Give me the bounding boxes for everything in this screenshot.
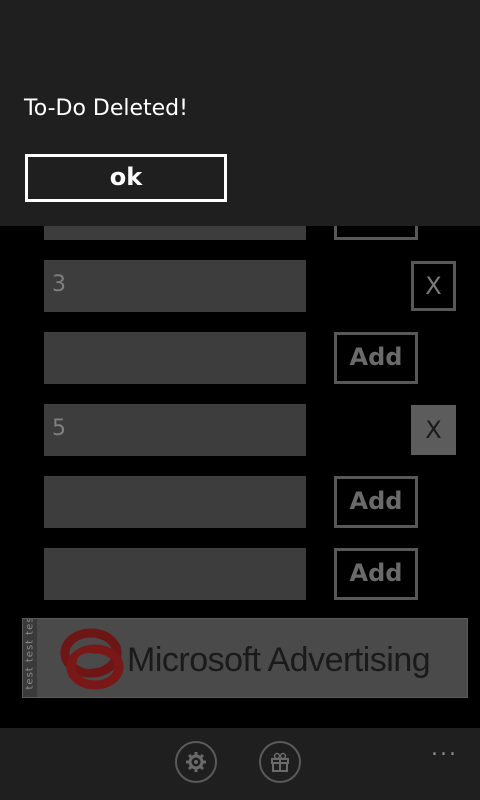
- delete-button[interactable]: X: [411, 261, 456, 311]
- message-text: To-Do Deleted!: [24, 96, 188, 121]
- settings-button[interactable]: [175, 741, 217, 783]
- todo-textbox[interactable]: 5: [44, 404, 306, 456]
- todo-textbox[interactable]: [44, 476, 306, 528]
- todo-row: Add: [0, 476, 480, 528]
- ok-button[interactable]: ok: [25, 154, 227, 202]
- gear-icon: [186, 752, 206, 772]
- gift-icon: [271, 752, 289, 772]
- ad-test-label: test test test: [24, 618, 36, 690]
- todo-textbox[interactable]: [44, 548, 306, 600]
- ad-test-strip: test test test: [23, 619, 37, 697]
- todo-row: 5 X: [0, 404, 480, 456]
- add-button[interactable]: Add: [334, 548, 418, 600]
- todo-textbox[interactable]: [44, 332, 306, 384]
- ad-banner[interactable]: test test test Microsoft Advertising: [22, 618, 468, 698]
- gift-button[interactable]: [259, 741, 301, 783]
- todo-row: Add: [0, 332, 480, 384]
- delete-button[interactable]: X: [411, 405, 456, 455]
- message-box: To-Do Deleted! ok: [0, 0, 480, 226]
- todo-row: 3 X: [0, 260, 480, 312]
- todo-value: 5: [52, 416, 66, 441]
- ad-brand-text: Microsoft Advertising: [127, 641, 431, 679]
- todo-value: 3: [52, 272, 66, 297]
- todo-row: Add: [0, 548, 480, 600]
- add-button[interactable]: Add: [334, 476, 418, 528]
- todo-textbox[interactable]: 3: [44, 260, 306, 312]
- more-menu-button[interactable]: ...: [431, 736, 458, 761]
- add-button[interactable]: Add: [334, 332, 418, 384]
- microsoft-advertising-logo-icon: [60, 628, 124, 690]
- app-bar: ...: [0, 728, 480, 800]
